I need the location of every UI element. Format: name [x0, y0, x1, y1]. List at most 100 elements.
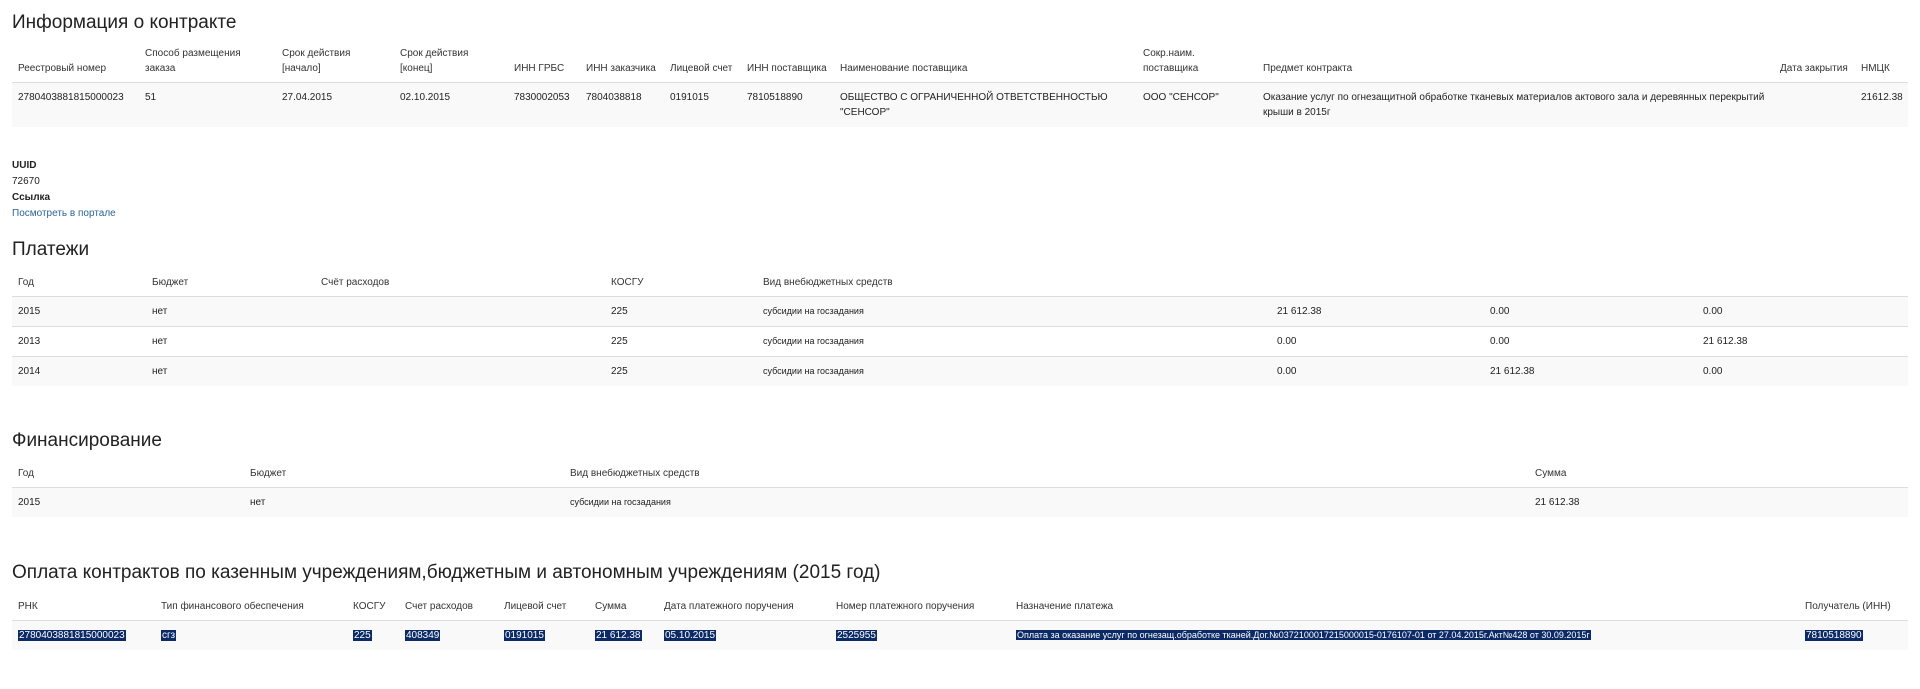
header-supplier-name: Наименование поставщика: [840, 63, 968, 74]
header-inn-grbs: ИНН ГРБС: [514, 63, 565, 74]
header-subject: Предмет контракта: [1263, 63, 1353, 74]
header-method: Способ размещения заказа: [145, 48, 241, 74]
cell-order-num: 2525955: [836, 629, 877, 641]
portal-link[interactable]: Посмотреть в портале: [12, 208, 116, 219]
header-order-date: Дата платежного поручения: [664, 600, 794, 612]
paid-title: Оплата контрактов по казенным учреждения…: [12, 562, 881, 583]
cell-start: 27.04.2015: [276, 82, 394, 127]
financing-table: Год Бюджет Вид внебюджетных средств Сумм…: [12, 465, 1908, 517]
cell-rnk: 2780403881815000023: [18, 629, 126, 641]
cell-expense: [315, 325, 605, 356]
paid-table: РНК Тип финансового обеспечения КОСГУ Сч…: [12, 598, 1908, 650]
cell-nmck: 21612.38: [1855, 82, 1908, 127]
header-fin-type: Тип финансового обеспечения: [161, 600, 304, 612]
cell-expense: [315, 295, 605, 326]
cell-inn-supplier: 7810518890: [741, 82, 834, 127]
cell-kind: субсидии на госзадания: [757, 355, 1271, 386]
cell-kosgu: 225: [353, 629, 372, 641]
header-kind: Вид внебюджетных средств: [763, 276, 893, 288]
header-sum: Сумма: [1535, 467, 1567, 479]
table-row: 2015 нет субсидии на госзадания 21 612.3…: [12, 486, 1908, 517]
cell-kind: субсидии на госзадания: [757, 325, 1271, 356]
cell-v2: 0.00: [1484, 325, 1697, 356]
cell-v3: 0.00: [1697, 355, 1908, 386]
cell-account: 0191015: [504, 629, 545, 641]
cell-year: 2013: [12, 325, 146, 356]
contract-table: Реестровый номер Способ размещения заказ…: [12, 46, 1908, 127]
cell-order-date: 05.10.2015: [664, 629, 717, 641]
cell-subject: Оказание услуг по огнезащитной обработке…: [1257, 82, 1774, 127]
cell-recipient: 7810518890: [1805, 629, 1863, 641]
cell-v2: 21 612.38: [1484, 355, 1697, 386]
cell-kosgu: 225: [605, 295, 757, 326]
cell-expense: 408349: [405, 629, 441, 641]
cell-kosgu: 225: [605, 355, 757, 386]
header-expense: Счет расходов: [405, 600, 473, 612]
cell-year: 2014: [12, 355, 146, 386]
header-expense: Счёт расходов: [321, 276, 390, 288]
header-close-date: Дата закрытия: [1780, 63, 1848, 74]
header-sum: Сумма: [595, 600, 627, 612]
header-budget: Бюджет: [152, 276, 189, 288]
cell-inn-customer: 7804038818: [580, 82, 664, 127]
header-rnk: РНК: [18, 600, 38, 612]
cell-reg-num: 2780403881815000023: [12, 82, 139, 127]
cell-method: 51: [139, 82, 276, 127]
cell-year: 2015: [12, 295, 146, 326]
header-recipient: Получатель (ИНН): [1805, 600, 1891, 612]
header-kosgu: КОСГУ: [611, 276, 644, 288]
header-reg-num: Реестровый номер: [18, 63, 107, 74]
cell-kind: субсидии на госзадания: [757, 295, 1271, 326]
cell-v2: 0.00: [1484, 295, 1697, 326]
cell-sum: 21 612.38: [1529, 486, 1908, 517]
header-account: Лицевой счет: [504, 600, 567, 612]
cell-inn-grbs: 7830002053: [508, 82, 580, 127]
payments-table: Год Бюджет Счёт расходов КОСГУ Вид внебю…: [12, 274, 1908, 386]
cell-end: 02.10.2015: [394, 82, 508, 127]
header-inn-supplier: ИНН поставщика: [747, 63, 827, 74]
cell-sum: 21 612.38: [595, 629, 642, 641]
meta-block: UUID 72670 Ссылка Посмотреть в портале: [12, 158, 116, 222]
cell-v1: 0.00: [1271, 325, 1484, 356]
cell-supplier-short: ООО "СЕНСОР": [1137, 82, 1257, 127]
table-row: 2780403881815000023 51 27.04.2015 02.10.…: [12, 82, 1908, 127]
cell-v1: 0.00: [1271, 355, 1484, 386]
header-purpose: Назначение платежа: [1016, 600, 1114, 612]
cell-year: 2015: [12, 486, 244, 517]
header-account: Лицевой счет: [670, 63, 733, 74]
header-year: Год: [18, 276, 34, 288]
uuid-label: UUID: [12, 160, 37, 171]
header-kind: Вид внебюджетных средств: [570, 467, 700, 479]
header-budget: Бюджет: [250, 467, 287, 479]
cell-budget: нет: [146, 355, 315, 386]
header-nmck: НМЦК: [1861, 63, 1890, 74]
financing-title: Финансирование: [12, 430, 162, 451]
link-label: Ссылка: [12, 192, 51, 203]
cell-v1: 21 612.38: [1271, 295, 1484, 326]
header-order-num: Номер платежного поручения: [836, 600, 975, 612]
cell-v3: 0.00: [1697, 295, 1908, 326]
uuid-value: 72670: [12, 176, 40, 187]
cell-v3: 21 612.38: [1697, 325, 1908, 356]
header-supplier-short: Сокр.наим. поставщика: [1143, 48, 1199, 74]
payments-title: Платежи: [12, 239, 90, 260]
cell-supplier-name: ОБЩЕСТВО С ОГРАНИЧЕННОЙ ОТВЕТСТВЕННОСТЬЮ…: [834, 82, 1137, 127]
header-kosgu: КОСГУ: [353, 600, 386, 612]
cell-close-date: [1774, 82, 1855, 127]
header-end: Срок действия [конец]: [400, 48, 469, 74]
cell-expense: [315, 355, 605, 386]
cell-purpose: Оплата за оказание услуг по огнезащ.обра…: [1016, 629, 1591, 640]
cell-budget: нет: [146, 325, 315, 356]
cell-budget: нет: [146, 295, 315, 326]
cell-account: 0191015: [664, 82, 741, 127]
table-row: 2014 нет 225 субсидии на госзадания 0.00…: [12, 355, 1908, 386]
header-inn-customer: ИНН заказчика: [586, 63, 656, 74]
contract-info-title: Информация о контракте: [12, 12, 237, 33]
cell-fin-type: сгз: [161, 629, 177, 641]
table-row: 2015 нет 225 субсидии на госзадания 21 6…: [12, 295, 1908, 326]
header-year: Год: [18, 467, 34, 479]
cell-budget: нет: [244, 486, 564, 517]
header-start: Срок действия [начало]: [282, 48, 351, 74]
cell-kosgu: 225: [605, 325, 757, 356]
cell-kind: субсидии на госзадания: [564, 486, 1529, 517]
